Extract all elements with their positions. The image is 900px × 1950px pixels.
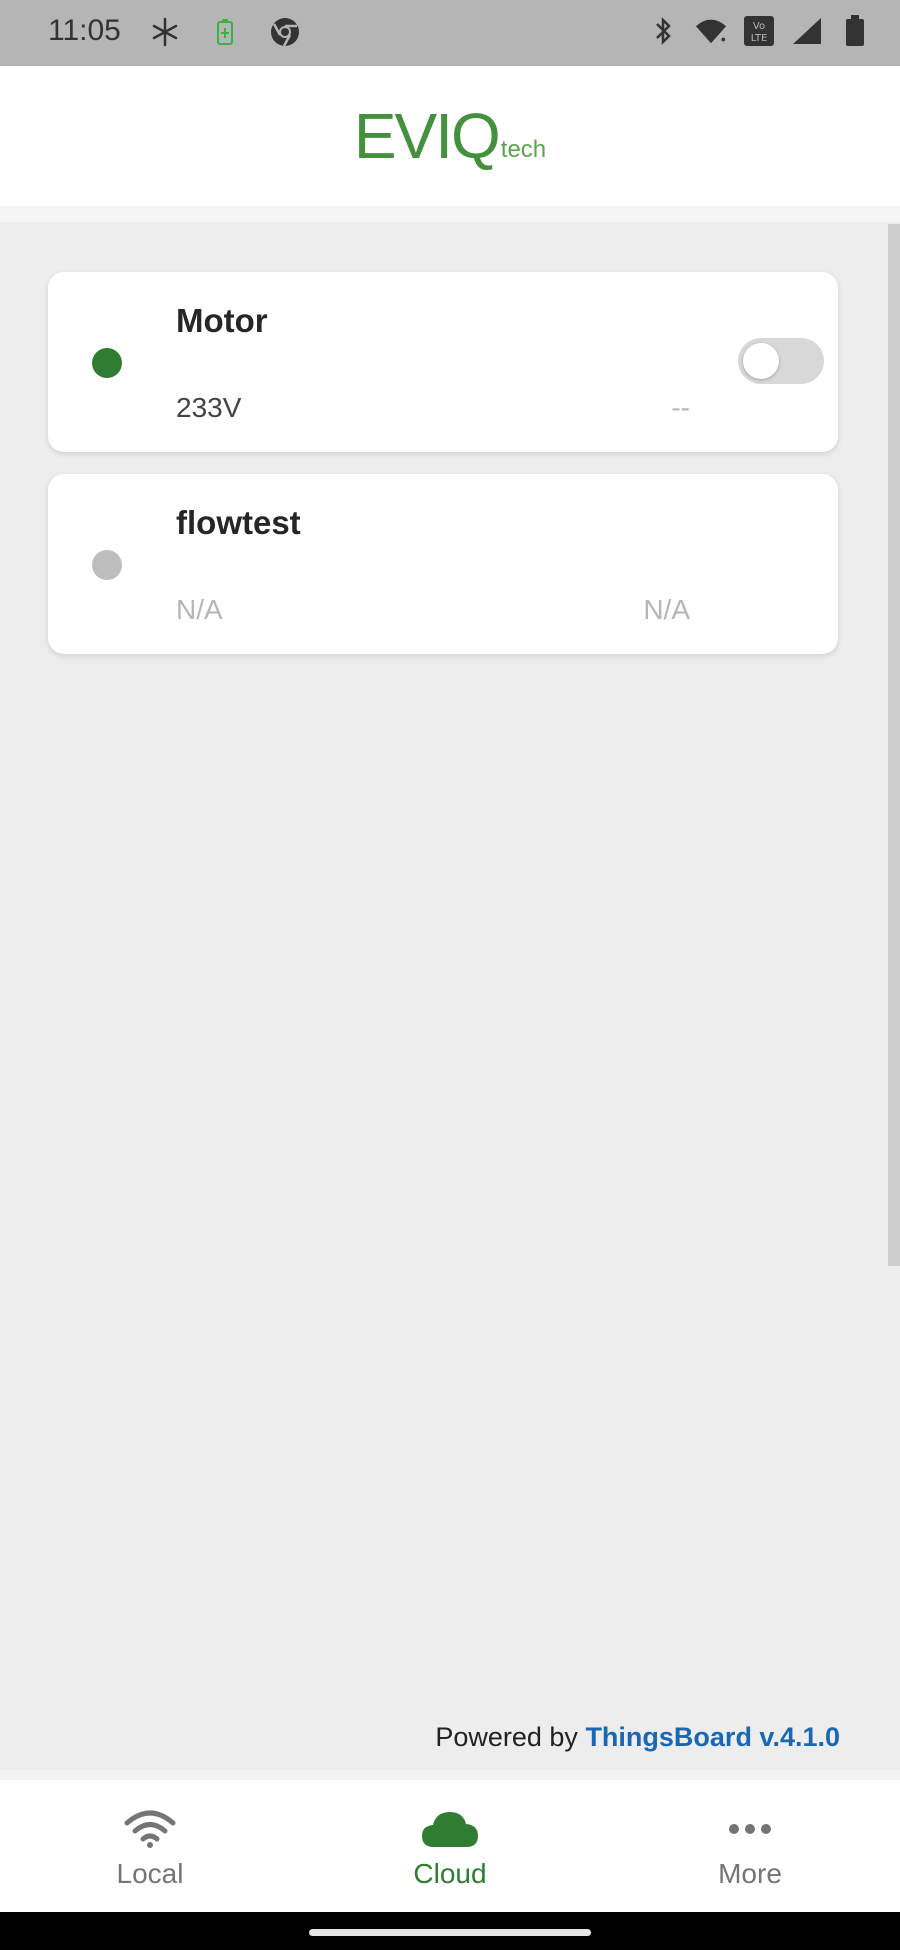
bluetooth-icon <box>646 13 680 49</box>
device-value-secondary: -- <box>671 392 690 423</box>
battery-icon <box>838 13 872 49</box>
device-value-secondary: N/A <box>643 594 690 625</box>
status-right-icons: Vo LTE <box>646 13 872 49</box>
powered-by-prefix: Powered by <box>435 1722 578 1752</box>
logo-main-text: EVIQ <box>353 100 501 172</box>
status-dot-offline <box>92 550 122 580</box>
status-left-icons <box>148 14 302 50</box>
logo-sub-text: tech <box>500 136 547 163</box>
app-header: EVIQ tech <box>0 66 900 206</box>
toggle-knob <box>743 343 779 379</box>
more-horizontal-icon <box>720 1806 780 1852</box>
home-gesture-handle[interactable] <box>309 1929 591 1936</box>
volte-icon: Vo LTE <box>742 13 776 49</box>
device-name: Motor <box>176 302 268 339</box>
sparkle-icon <box>148 14 182 50</box>
nav-item-more[interactable]: More <box>600 1780 900 1912</box>
nav-label-more: More <box>718 1858 782 1889</box>
thingsboard-link[interactable]: ThingsBoard v.4.1.0 <box>585 1722 840 1752</box>
cloud-icon <box>420 1806 480 1852</box>
app-logo: EVIQ tech <box>354 104 546 168</box>
nav-label-local: Local <box>116 1858 184 1889</box>
system-gesture-bar <box>0 1912 900 1950</box>
svg-text:LTE: LTE <box>751 33 768 44</box>
nav-divider <box>0 1770 900 1780</box>
signal-icon <box>790 13 824 49</box>
header-divider <box>0 206 900 222</box>
scrollbar[interactable] <box>888 224 900 1266</box>
bottom-nav: Local Cloud More <box>0 1780 900 1912</box>
powered-by-credit: Powered by ThingsBoard v.4.1.0 <box>435 1722 840 1753</box>
wifi-icon <box>120 1806 180 1852</box>
nav-item-cloud[interactable]: Cloud <box>300 1780 600 1912</box>
device-name: flowtest <box>176 504 301 541</box>
nav-item-local[interactable]: Local <box>0 1780 300 1912</box>
nav-label-cloud: Cloud <box>413 1858 487 1889</box>
status-time: 11:05 <box>48 14 121 47</box>
status-dot-online <box>92 348 122 378</box>
battery-saver-icon <box>208 14 242 50</box>
device-value-primary: 233V <box>176 392 242 423</box>
device-power-toggle[interactable] <box>738 338 824 384</box>
wifi-icon <box>694 13 728 49</box>
chrome-icon <box>268 14 302 50</box>
status-bar: 11:05 Vo LTE <box>0 0 900 66</box>
device-card-motor[interactable]: Motor 233V -- <box>48 272 838 452</box>
device-card-flowtest[interactable]: flowtest N/A N/A <box>48 474 838 654</box>
device-value-primary: N/A <box>176 594 223 625</box>
svg-text:Vo: Vo <box>753 21 765 32</box>
